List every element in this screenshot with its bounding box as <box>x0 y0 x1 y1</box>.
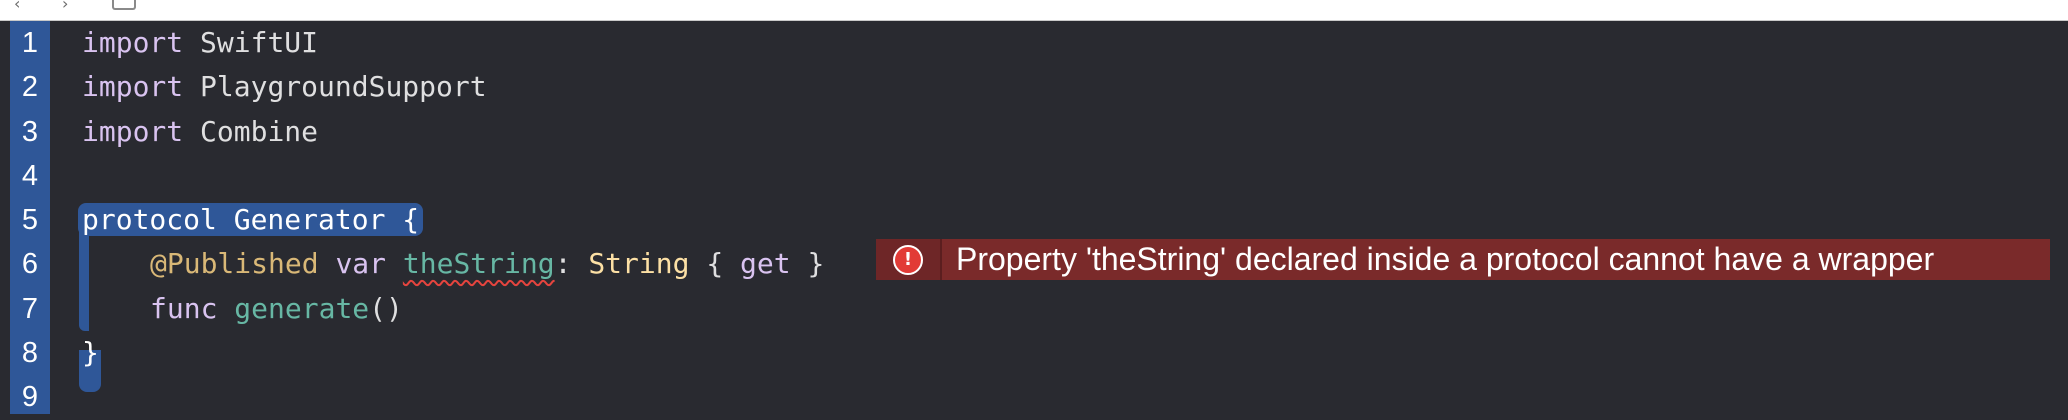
code-editor[interactable]: 1 import SwiftUI 2 import PlaygroundSupp… <box>0 21 2068 414</box>
code-lines: 1 import SwiftUI 2 import PlaygroundSupp… <box>0 21 2068 420</box>
code-line[interactable]: 8 } <box>0 331 2068 375</box>
line-number: 5 <box>21 204 39 237</box>
line-number: 8 <box>21 337 39 370</box>
keyword-import: import <box>82 70 184 104</box>
inline-error-banner[interactable]: ! Property 'theString' declared inside a… <box>876 239 2050 280</box>
keyword-func: func <box>150 291 218 325</box>
module-name: Combine <box>200 114 319 148</box>
attribute-published: @Published <box>150 247 319 281</box>
line-number: 1 <box>21 27 39 59</box>
code-line[interactable]: 2 import PlaygroundSupport <box>0 65 2068 109</box>
function-name: generate <box>234 291 370 325</box>
code-line[interactable]: 3 import Combine <box>0 110 2068 154</box>
code-line[interactable]: 1 import SwiftUI <box>0 21 2068 65</box>
line-number: 4 <box>21 159 39 192</box>
line-number: 7 <box>21 292 39 325</box>
module-name: PlaygroundSupport <box>200 70 487 104</box>
forward-arrow-icon[interactable]: › <box>62 0 68 13</box>
keyword-import: import <box>82 26 184 59</box>
code-line[interactable]: 7 func generate() <box>0 287 2068 331</box>
type-string: String <box>588 247 690 281</box>
keyword-import: import <box>82 114 184 148</box>
error-icon-cell[interactable]: ! <box>876 239 942 280</box>
exclamation-error-icon[interactable]: ! <box>893 244 923 275</box>
error-message: Property 'theString' declared inside a p… <box>956 241 1935 277</box>
keyword-get: get <box>740 247 791 281</box>
back-arrow-icon[interactable]: ‹ <box>14 0 20 13</box>
line-number: 2 <box>21 71 39 104</box>
property-name-error[interactable]: theString <box>403 247 555 280</box>
keyword-var: var <box>335 247 387 281</box>
line-number: 6 <box>21 248 39 281</box>
checkbox-icon[interactable] <box>112 0 136 10</box>
selected-protocol-declaration[interactable]: protocol Generator { <box>78 203 424 237</box>
protocol-name: Generator <box>233 203 386 237</box>
code-line[interactable]: 5 protocol Generator { <box>0 198 2068 242</box>
toolbar-strip: ‹ › <box>0 0 2068 21</box>
module-name: SwiftUI <box>200 26 319 59</box>
line-number: 9 <box>21 381 39 414</box>
code-line[interactable]: 4 <box>0 154 2068 198</box>
closing-brace: } <box>82 336 99 370</box>
line-number: 3 <box>21 115 39 148</box>
keyword-protocol: protocol <box>82 203 217 237</box>
code-line[interactable]: 9 <box>0 375 2068 419</box>
open-brace: { <box>402 203 420 237</box>
